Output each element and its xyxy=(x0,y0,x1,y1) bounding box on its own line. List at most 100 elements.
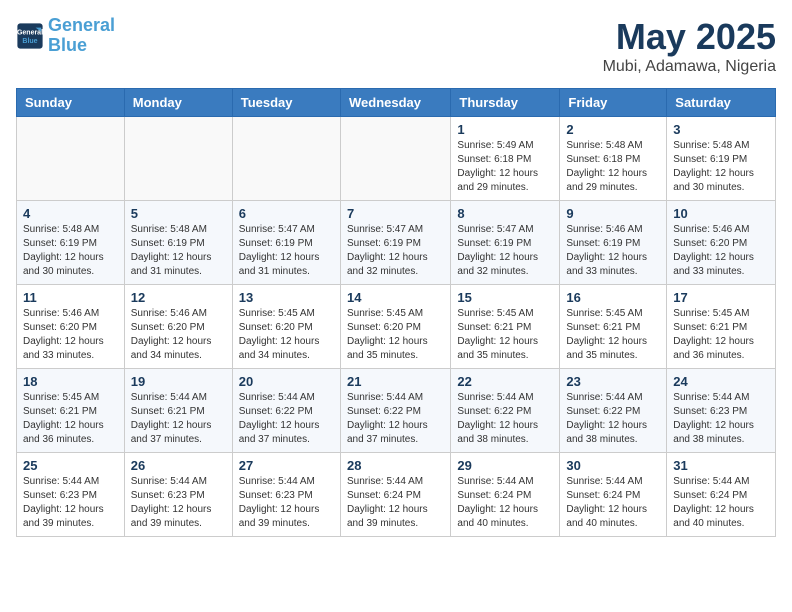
calendar-cell xyxy=(124,117,232,201)
calendar-cell: 21 Sunrise: 5:44 AM Sunset: 6:22 PM Dayli… xyxy=(340,369,450,453)
day-info: Sunrise: 5:45 AM Sunset: 6:20 PM Dayligh… xyxy=(347,307,444,363)
calendar-cell: 19 Sunrise: 5:44 AM Sunset: 6:21 PM Dayli… xyxy=(124,369,232,453)
day-number: 7 xyxy=(347,206,444,221)
weekday-header: SundayMondayTuesdayWednesdayThursdayFrid… xyxy=(17,89,776,117)
weekday-header-cell: Sunday xyxy=(17,89,125,117)
day-number: 2 xyxy=(566,122,660,137)
day-number: 13 xyxy=(239,290,334,305)
day-number: 1 xyxy=(457,122,553,137)
calendar-week-row: 1 Sunrise: 5:49 AM Sunset: 6:18 PM Daylig… xyxy=(17,117,776,201)
calendar-cell: 3 Sunrise: 5:48 AM Sunset: 6:19 PM Daylig… xyxy=(667,117,776,201)
day-number: 19 xyxy=(131,374,226,389)
location-title: Mubi, Adamawa, Nigeria xyxy=(603,58,776,76)
calendar: SundayMondayTuesdayWednesdayThursdayFrid… xyxy=(16,88,776,537)
day-info: Sunrise: 5:44 AM Sunset: 6:23 PM Dayligh… xyxy=(239,475,334,531)
day-info: Sunrise: 5:48 AM Sunset: 6:19 PM Dayligh… xyxy=(131,223,226,279)
calendar-cell: 2 Sunrise: 5:48 AM Sunset: 6:18 PM Daylig… xyxy=(560,117,667,201)
weekday-header-cell: Saturday xyxy=(667,89,776,117)
day-number: 18 xyxy=(23,374,118,389)
day-number: 5 xyxy=(131,206,226,221)
logo-text: General Blue xyxy=(48,16,115,56)
day-number: 16 xyxy=(566,290,660,305)
calendar-cell: 7 Sunrise: 5:47 AM Sunset: 6:19 PM Daylig… xyxy=(340,201,450,285)
calendar-cell: 12Sunrise: 5:46 AM Sunset: 6:20 PM Dayli… xyxy=(124,285,232,369)
day-number: 27 xyxy=(239,458,334,473)
day-info: Sunrise: 5:44 AM Sunset: 6:22 PM Dayligh… xyxy=(566,391,660,447)
day-number: 14 xyxy=(347,290,444,305)
day-info: Sunrise: 5:44 AM Sunset: 6:24 PM Dayligh… xyxy=(673,475,769,531)
calendar-cell: 17Sunrise: 5:45 AM Sunset: 6:21 PM Dayli… xyxy=(667,285,776,369)
calendar-cell: 24Sunrise: 5:44 AM Sunset: 6:23 PM Dayli… xyxy=(667,369,776,453)
logo-icon: General Blue xyxy=(16,22,44,50)
calendar-cell: 18 Sunrise: 5:45 AM Sunset: 6:21 PM Dayli… xyxy=(17,369,125,453)
calendar-cell: 25 Sunrise: 5:44 AM Sunset: 6:23 PM Dayli… xyxy=(17,453,125,537)
calendar-cell: 23 Sunrise: 5:44 AM Sunset: 6:22 PM Dayli… xyxy=(560,369,667,453)
day-info: Sunrise: 5:46 AM Sunset: 6:20 PM Dayligh… xyxy=(23,307,118,363)
day-number: 4 xyxy=(23,206,118,221)
day-info: Sunrise: 5:49 AM Sunset: 6:18 PM Dayligh… xyxy=(457,139,553,195)
day-info: Sunrise: 5:44 AM Sunset: 6:21 PM Dayligh… xyxy=(131,391,226,447)
calendar-cell: 10 Sunrise: 5:46 AM Sunset: 6:20 PM Dayli… xyxy=(667,201,776,285)
day-number: 20 xyxy=(239,374,334,389)
day-info: Sunrise: 5:45 AM Sunset: 6:21 PM Dayligh… xyxy=(23,391,118,447)
day-number: 28 xyxy=(347,458,444,473)
svg-text:Blue: Blue xyxy=(22,38,37,45)
day-info: Sunrise: 5:48 AM Sunset: 6:19 PM Dayligh… xyxy=(673,139,769,195)
calendar-cell xyxy=(232,117,340,201)
calendar-cell: 15Sunrise: 5:45 AM Sunset: 6:21 PM Dayli… xyxy=(451,285,560,369)
day-info: Sunrise: 5:48 AM Sunset: 6:18 PM Dayligh… xyxy=(566,139,660,195)
calendar-cell: 9Sunrise: 5:46 AM Sunset: 6:19 PM Daylig… xyxy=(560,201,667,285)
calendar-week-row: 4 Sunrise: 5:48 AM Sunset: 6:19 PM Daylig… xyxy=(17,201,776,285)
day-number: 21 xyxy=(347,374,444,389)
calendar-cell: 13 Sunrise: 5:45 AM Sunset: 6:20 PM Dayli… xyxy=(232,285,340,369)
calendar-cell: 30 Sunrise: 5:44 AM Sunset: 6:24 PM Dayli… xyxy=(560,453,667,537)
day-number: 26 xyxy=(131,458,226,473)
logo: General Blue General Blue xyxy=(16,16,115,56)
day-info: Sunrise: 5:44 AM Sunset: 6:22 PM Dayligh… xyxy=(239,391,334,447)
weekday-header-cell: Wednesday xyxy=(340,89,450,117)
day-number: 22 xyxy=(457,374,553,389)
day-number: 29 xyxy=(457,458,553,473)
calendar-cell: 29 Sunrise: 5:44 AM Sunset: 6:24 PM Dayli… xyxy=(451,453,560,537)
calendar-cell: 8 Sunrise: 5:47 AM Sunset: 6:19 PM Daylig… xyxy=(451,201,560,285)
day-number: 25 xyxy=(23,458,118,473)
day-info: Sunrise: 5:46 AM Sunset: 6:19 PM Dayligh… xyxy=(566,223,660,279)
day-info: Sunrise: 5:47 AM Sunset: 6:19 PM Dayligh… xyxy=(457,223,553,279)
day-number: 6 xyxy=(239,206,334,221)
calendar-body: 1 Sunrise: 5:49 AM Sunset: 6:18 PM Daylig… xyxy=(17,117,776,537)
day-info: Sunrise: 5:44 AM Sunset: 6:24 PM Dayligh… xyxy=(566,475,660,531)
day-info: Sunrise: 5:45 AM Sunset: 6:20 PM Dayligh… xyxy=(239,307,334,363)
calendar-cell: 31Sunrise: 5:44 AM Sunset: 6:24 PM Dayli… xyxy=(667,453,776,537)
calendar-cell: 14 Sunrise: 5:45 AM Sunset: 6:20 PM Dayli… xyxy=(340,285,450,369)
day-info: Sunrise: 5:44 AM Sunset: 6:24 PM Dayligh… xyxy=(457,475,553,531)
day-info: Sunrise: 5:45 AM Sunset: 6:21 PM Dayligh… xyxy=(566,307,660,363)
calendar-cell: 22 Sunrise: 5:44 AM Sunset: 6:22 PM Dayli… xyxy=(451,369,560,453)
calendar-cell: 16 Sunrise: 5:45 AM Sunset: 6:21 PM Dayli… xyxy=(560,285,667,369)
day-number: 3 xyxy=(673,122,769,137)
svg-text:General: General xyxy=(17,29,43,36)
day-number: 30 xyxy=(566,458,660,473)
day-info: Sunrise: 5:44 AM Sunset: 6:22 PM Dayligh… xyxy=(457,391,553,447)
day-info: Sunrise: 5:45 AM Sunset: 6:21 PM Dayligh… xyxy=(673,307,769,363)
day-info: Sunrise: 5:48 AM Sunset: 6:19 PM Dayligh… xyxy=(23,223,118,279)
weekday-header-cell: Thursday xyxy=(451,89,560,117)
day-info: Sunrise: 5:44 AM Sunset: 6:23 PM Dayligh… xyxy=(131,475,226,531)
weekday-header-cell: Monday xyxy=(124,89,232,117)
day-info: Sunrise: 5:47 AM Sunset: 6:19 PM Dayligh… xyxy=(239,223,334,279)
day-info: Sunrise: 5:47 AM Sunset: 6:19 PM Dayligh… xyxy=(347,223,444,279)
day-number: 8 xyxy=(457,206,553,221)
day-info: Sunrise: 5:46 AM Sunset: 6:20 PM Dayligh… xyxy=(131,307,226,363)
calendar-cell: 28Sunrise: 5:44 AM Sunset: 6:24 PM Dayli… xyxy=(340,453,450,537)
day-info: Sunrise: 5:44 AM Sunset: 6:22 PM Dayligh… xyxy=(347,391,444,447)
calendar-cell: 6 Sunrise: 5:47 AM Sunset: 6:19 PM Daylig… xyxy=(232,201,340,285)
day-number: 15 xyxy=(457,290,553,305)
day-number: 23 xyxy=(566,374,660,389)
day-number: 10 xyxy=(673,206,769,221)
day-info: Sunrise: 5:46 AM Sunset: 6:20 PM Dayligh… xyxy=(673,223,769,279)
calendar-cell xyxy=(340,117,450,201)
day-info: Sunrise: 5:44 AM Sunset: 6:23 PM Dayligh… xyxy=(23,475,118,531)
calendar-cell xyxy=(17,117,125,201)
calendar-week-row: 25 Sunrise: 5:44 AM Sunset: 6:23 PM Dayli… xyxy=(17,453,776,537)
calendar-cell: 4 Sunrise: 5:48 AM Sunset: 6:19 PM Daylig… xyxy=(17,201,125,285)
month-title: May 2025 xyxy=(603,16,776,58)
